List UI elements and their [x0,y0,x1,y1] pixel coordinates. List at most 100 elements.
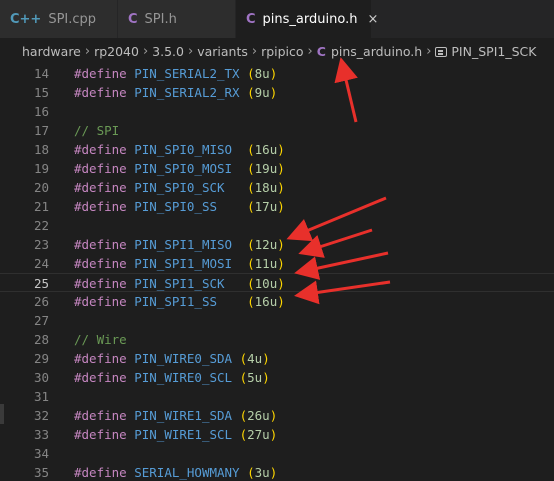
scrollbar-marker [0,404,4,424]
code-line[interactable]: 14 #define PIN_SERIAL2_TX (8u) [0,64,554,83]
tab-bar: C++ SPI.cpp C SPI.h C pins_arduino.h × [0,0,554,38]
code-line[interactable]: 24 #define PIN_SPI1_MOSI (11u) [0,254,554,273]
tab-spi-cpp[interactable]: C++ SPI.cpp [0,0,118,38]
macro-name: PIN_SPI0_SS [134,199,218,214]
line-number: 18 [33,142,49,157]
close-paren: ) [277,142,285,157]
macro-name: PIN_WIRE0_SDA [134,351,233,366]
breadcrumb-item-symbol[interactable]: PIN_SPI1_SCK [451,44,536,59]
code-keyword: #define [74,237,127,252]
code-line[interactable]: 20 #define PIN_SPI0_SCK (18u) [0,178,554,197]
macro-value: 26u [247,408,270,423]
code-keyword: #define [74,427,127,442]
breadcrumb-item-hardware[interactable]: hardware [22,44,81,59]
code-line[interactable]: 25 #define PIN_SPI1_SCK (10u) [0,273,554,292]
chevron-right-icon: › [142,43,149,59]
code-line[interactable]: 19 #define PIN_SPI0_MOSI (19u) [0,159,554,178]
code-content: #define PIN_SPI1_MOSI (11u) [74,254,285,273]
code-line[interactable]: 30 #define PIN_WIRE0_SCL (5u) [0,368,554,387]
open-paren: ( [247,66,255,81]
line-number: 16 [33,104,49,119]
line-number: 33 [33,427,49,442]
line-number: 24 [33,256,49,271]
code-content: // SPI [74,121,119,140]
code-line[interactable]: 23 #define PIN_SPI1_MISO (12u) [0,235,554,254]
open-paren: ( [239,370,248,385]
macro-name: PIN_SERIAL2_RX [134,85,240,100]
code-content: // Wire [74,330,127,349]
macro-value: 19u [254,161,278,176]
close-paren: ) [262,351,270,366]
macro-name: PIN_SPI1_SCK [134,276,225,291]
code-line[interactable]: 26 #define PIN_SPI1_SS (16u) [0,292,554,311]
close-paren: ) [269,427,278,442]
cpp-file-icon: C++ [10,11,42,27]
open-paren: ( [247,237,255,252]
breadcrumb-item-version[interactable]: 3.5.0 [152,44,184,59]
close-icon[interactable]: × [367,12,378,27]
c-header-file-icon: C [128,11,138,27]
macro-value: 16u [254,142,278,157]
tab-label: SPI.h [144,11,177,27]
code-line[interactable]: 28 // Wire [0,330,554,349]
code-comment: // Wire [74,332,127,347]
code-line[interactable]: 15 #define PIN_SERIAL2_RX (9u) [0,83,554,102]
line-number: 35 [33,465,49,480]
open-paren: ( [239,408,248,423]
code-content: #define PIN_SPI1_SS (16u) [74,292,285,311]
code-line[interactable]: 29 #define PIN_WIRE0_SDA (4u) [0,349,554,368]
code-content: #define PIN_SERIAL2_TX (8u) [74,64,277,83]
line-number: 31 [33,389,49,404]
macro-value: 11u [254,256,278,271]
open-paren: ( [239,427,248,442]
code-keyword: #define [74,370,127,385]
tab-pins-arduino-h[interactable]: C pins_arduino.h × [236,0,378,38]
code-line[interactable]: 27 [0,311,554,330]
macro-value: 3u [254,465,270,480]
code-keyword: #define [74,180,127,195]
macro-value: 17u [254,199,278,214]
line-number: 15 [33,85,49,100]
close-paren: ) [262,370,270,385]
code-keyword: #define [74,276,127,291]
macro-value: 27u [247,427,270,442]
open-paren: ( [247,142,255,157]
tab-spi-h[interactable]: C SPI.h [118,0,236,38]
code-line[interactable]: 31 [0,387,554,406]
macro-value: 4u [247,351,263,366]
line-number: 29 [33,351,49,366]
breadcrumb-item-rp2040[interactable]: rp2040 [94,44,139,59]
close-paren: ) [269,66,278,81]
c-header-file-icon: C [246,11,256,27]
open-paren: ( [247,85,255,100]
code-line[interactable]: 34 [0,444,554,463]
code-keyword: #define [74,408,127,423]
close-paren: ) [269,465,278,480]
code-line[interactable]: 35 #define SERIAL_HOWMANY (3u) [0,463,554,481]
code-keyword: #define [74,161,127,176]
code-editor[interactable]: 14 #define PIN_SERIAL2_TX (8u) 15 #define P… [0,64,554,481]
breadcrumb-item-variants[interactable]: variants [197,44,248,59]
breadcrumb-item-rpipico[interactable]: rpipico [261,44,303,59]
code-line[interactable]: 22 [0,216,554,235]
line-number: 25 [33,276,49,291]
code-line[interactable]: 18 #define PIN_SPI0_MISO (16u) [0,140,554,159]
code-line[interactable]: 33 #define PIN_WIRE1_SCL (27u) [0,425,554,444]
breadcrumb-item-file[interactable]: pins_arduino.h [331,44,422,59]
code-line[interactable]: 32 #define PIN_WIRE1_SDA (26u) [0,406,554,425]
code-line[interactable]: 21 #define PIN_SPI0_SS (17u) [0,197,554,216]
macro-name: PIN_WIRE1_SDA [134,408,233,423]
line-number: 27 [33,313,49,328]
code-line[interactable]: 17 // SPI [0,121,554,140]
close-paren: ) [277,180,285,195]
macro-name: PIN_SERIAL2_TX [134,66,240,81]
chevron-right-icon: › [426,43,432,59]
code-line[interactable]: 16 [0,102,554,121]
close-paren: ) [277,256,285,271]
macro-name: PIN_SPI0_MISO [134,142,233,157]
